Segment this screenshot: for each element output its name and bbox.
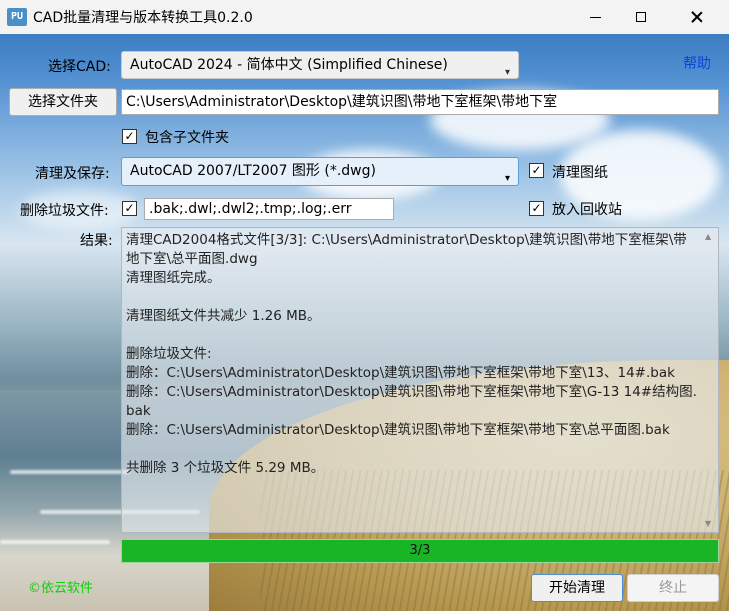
wave bbox=[0, 540, 110, 544]
window-title: CAD批量清理与版本转换工具0.2.0 bbox=[33, 10, 253, 26]
result-log-line bbox=[126, 440, 698, 459]
result-textarea[interactable]: 清理CAD2004格式文件[3/3]: C:\Users\Administrat… bbox=[121, 227, 719, 533]
progress-bar: 3/3 bbox=[121, 539, 719, 563]
result-log-line: 清理图纸文件共减少 1.26 MB。 bbox=[126, 308, 321, 324]
save-format-select[interactable]: AutoCAD 2007/LT2007 图形 (*.dwg) ▾ bbox=[121, 157, 519, 186]
app-window: PU CAD批量清理与版本转换工具0.2.0 选择CAD: AutoCAD 20… bbox=[0, 0, 729, 611]
include-subfolders-checkbox[interactable]: ✓ bbox=[122, 129, 137, 144]
progress-text: 3/3 bbox=[409, 543, 431, 558]
result-scrollbar[interactable]: ▲ ▼ bbox=[701, 228, 718, 532]
cad-select-label: 选择CAD: bbox=[48, 59, 111, 75]
delete-junk-label: 删除垃圾文件: bbox=[20, 203, 109, 219]
result-log-line: 清理图纸完成。 bbox=[126, 270, 221, 286]
save-format-value: AutoCAD 2007/LT2007 图形 (*.dwg) bbox=[130, 163, 376, 179]
maximize-icon bbox=[636, 12, 646, 22]
cad-version-select[interactable]: AutoCAD 2024 - 简体中文 (Simplified Chinese)… bbox=[121, 51, 519, 79]
maximize-button[interactable] bbox=[618, 0, 664, 34]
scroll-down-icon[interactable]: ▼ bbox=[705, 519, 711, 528]
result-log-line bbox=[126, 326, 698, 345]
result-log-line bbox=[126, 288, 698, 307]
cad-version-value: AutoCAD 2024 - 简体中文 (Simplified Chinese) bbox=[130, 57, 448, 73]
close-icon bbox=[691, 11, 703, 23]
result-log: 清理CAD2004格式文件[3/3]: C:\Users\Administrat… bbox=[126, 231, 698, 478]
result-log-line: 共删除 3 个垃圾文件 5.29 MB。 bbox=[126, 460, 325, 476]
copyright-text: ©依云软件 bbox=[28, 581, 94, 596]
clean-drawing-label: 清理图纸 bbox=[552, 165, 608, 181]
minimize-icon bbox=[589, 16, 601, 18]
clean-drawing-checkbox[interactable]: ✓ bbox=[529, 163, 544, 178]
delete-junk-checkbox[interactable]: ✓ bbox=[122, 201, 137, 216]
recycle-bin-label: 放入回收站 bbox=[552, 202, 622, 218]
close-button[interactable] bbox=[674, 0, 720, 34]
folder-path-input[interactable]: C:\Users\Administrator\Desktop\建筑识图\带地下室… bbox=[121, 89, 719, 115]
chevron-down-icon: ▾ bbox=[504, 173, 510, 184]
app-icon: PU bbox=[7, 8, 27, 26]
result-log-line: 删除：C:\Users\Administrator\Desktop\建筑识图\带… bbox=[126, 365, 675, 381]
result-log-line: 删除垃圾文件: bbox=[126, 346, 212, 362]
title-bar: PU CAD批量清理与版本转换工具0.2.0 bbox=[0, 0, 729, 34]
scroll-up-icon[interactable]: ▲ bbox=[705, 232, 711, 241]
help-link[interactable]: 帮助 bbox=[683, 53, 711, 73]
select-folder-button[interactable]: 选择文件夹 bbox=[9, 88, 117, 116]
chevron-down-icon: ▾ bbox=[504, 67, 510, 78]
result-label: 结果: bbox=[80, 233, 113, 249]
result-log-line: 删除：C:\Users\Administrator\Desktop\建筑识图\带… bbox=[126, 422, 670, 438]
start-clean-button[interactable]: 开始清理 bbox=[531, 574, 623, 602]
result-log-line: 清理CAD2004格式文件[3/3]: C:\Users\Administrat… bbox=[126, 232, 687, 267]
minimize-button[interactable] bbox=[572, 0, 618, 34]
recycle-bin-checkbox[interactable]: ✓ bbox=[529, 201, 544, 216]
junk-patterns-input[interactable]: .bak;.dwl;.dwl2;.tmp;.log;.err bbox=[144, 198, 394, 220]
include-subfolders-label: 包含子文件夹 bbox=[145, 130, 229, 146]
stop-button[interactable]: 终止 bbox=[627, 574, 719, 602]
wave bbox=[10, 470, 130, 474]
result-log-line: 删除：C:\Users\Administrator\Desktop\建筑识图\带… bbox=[126, 384, 697, 419]
save-format-label: 清理及保存: bbox=[35, 166, 110, 182]
